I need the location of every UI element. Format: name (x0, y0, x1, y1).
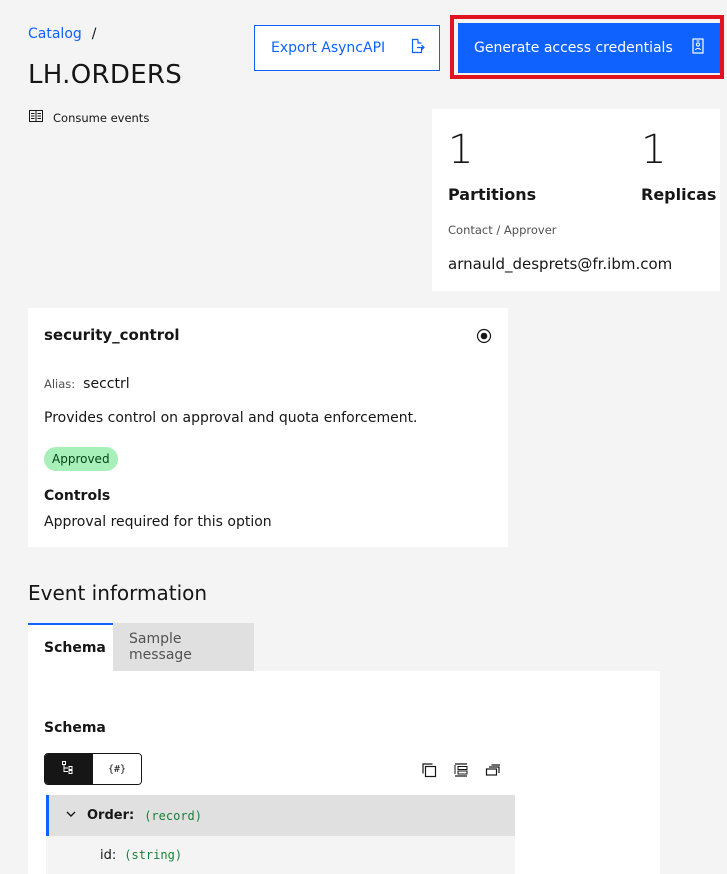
topic-stats-card: 1 Partitions 1 Replicas Contact / Approv… (432, 109, 720, 291)
collapse-all-icon[interactable] (485, 762, 501, 782)
code-view-button[interactable]: {#} (93, 754, 141, 784)
consume-events-label: Consume events (53, 110, 150, 125)
radio-selected-icon[interactable] (476, 328, 492, 348)
credentials-badge-icon (692, 38, 704, 58)
event-info-tabs: Schema Sample message (28, 623, 254, 671)
tree-node-type: (string) (124, 848, 183, 862)
tree-view-icon (61, 760, 77, 779)
security-control-card[interactable]: security_control Alias: secctrl Provides… (28, 308, 508, 547)
tree-node-name: Order: (87, 808, 135, 823)
export-asyncapi-label: Export AsyncAPI (271, 40, 386, 56)
controls-heading: Controls (44, 488, 111, 504)
tree-node-id[interactable]: id: (string) (46, 836, 515, 874)
contact-label: Contact / Approver (448, 223, 557, 237)
export-icon (409, 38, 425, 58)
view-switcher: {#} (44, 753, 142, 785)
chevron-down-icon[interactable] (65, 808, 77, 824)
contact-email: arnauld_desprets@fr.ibm.com (448, 255, 673, 273)
partitions-label: Partitions (448, 185, 537, 204)
controls-value: Approval required for this option (44, 514, 272, 530)
replicas-value: 1 (641, 127, 667, 173)
export-asyncapi-button[interactable]: Export AsyncAPI (254, 25, 440, 71)
breadcrumb: Catalog / (28, 26, 96, 42)
breadcrumb-separator: / (91, 26, 97, 42)
schema-heading: Schema (44, 720, 106, 736)
tab-schema[interactable]: Schema (28, 623, 113, 671)
tab-sample-message[interactable]: Sample message (113, 623, 254, 671)
schema-panel: Schema {#} Order: (record) id: (string) (28, 671, 660, 874)
catalog-book-icon (29, 110, 43, 125)
tree-node-order[interactable]: Order: (record) (46, 795, 515, 836)
breadcrumb-catalog-link[interactable]: Catalog (28, 26, 82, 42)
copy-icon[interactable] (421, 762, 437, 782)
tree-node-type: (record) (144, 808, 202, 823)
event-information-heading: Event information (28, 581, 208, 605)
alias-key: Alias: (44, 377, 76, 391)
alias-row: Alias: secctrl (44, 376, 130, 392)
expand-all-icon[interactable] (453, 762, 469, 782)
tree-view-button[interactable] (45, 754, 93, 784)
tree-node-name: id: (100, 847, 117, 863)
option-description: Provides control on approval and quota e… (44, 410, 418, 426)
replicas-label: Replicas (641, 185, 717, 204)
generate-access-credentials-button[interactable]: Generate access credentials (458, 23, 720, 73)
status-badge: Approved (44, 447, 118, 471)
generate-credentials-label: Generate access credentials (474, 40, 673, 56)
partitions-value: 1 (448, 127, 474, 173)
page-title: LH.ORDERS (28, 60, 183, 90)
consume-events-link[interactable]: Consume events (29, 110, 149, 125)
option-title: security_control (44, 326, 180, 344)
alias-value: secctrl (83, 376, 130, 392)
